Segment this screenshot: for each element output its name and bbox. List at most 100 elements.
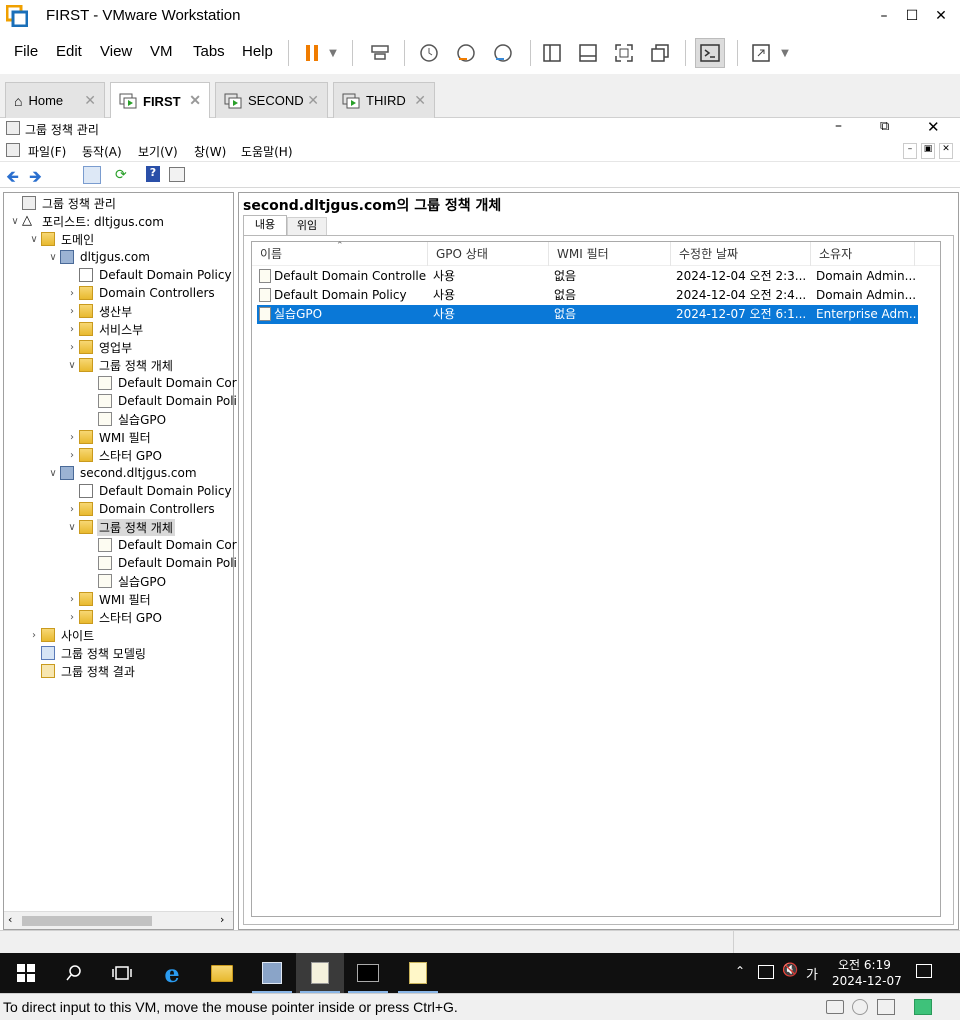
tree-item[interactable]: 그룹 정책 관리 bbox=[8, 194, 118, 212]
show-thumbnail-button[interactable] bbox=[573, 38, 603, 68]
close-tab-icon[interactable]: ✕ bbox=[307, 92, 319, 109]
chevron-down-icon[interactable]: ∨ bbox=[65, 522, 79, 533]
menu-vm[interactable]: VM bbox=[150, 43, 173, 60]
stretch-guest-button[interactable] bbox=[746, 38, 776, 68]
clock-time[interactable]: 오전 6:19 bbox=[838, 956, 891, 973]
tree-item[interactable]: › Domain Controllers bbox=[65, 500, 217, 518]
start-button[interactable] bbox=[2, 953, 50, 993]
tree-item[interactable]: ∨ △ 포리스트: dltjgus.com bbox=[8, 212, 166, 230]
tree-item[interactable]: 실습GPO bbox=[84, 572, 168, 590]
full-screen-button[interactable] bbox=[609, 38, 639, 68]
tree-item[interactable]: 그룹 정책 결과 bbox=[27, 662, 137, 680]
column-header-modified[interactable]: 수정한 날짜 bbox=[671, 242, 811, 266]
snapshot-button[interactable] bbox=[414, 38, 444, 68]
close-tab-icon[interactable]: ✕ bbox=[414, 92, 426, 109]
chevron-down-icon[interactable]: ∨ bbox=[46, 468, 60, 479]
chevron-down-icon[interactable]: ∨ bbox=[65, 360, 79, 371]
cd-dvd-icon[interactable] bbox=[852, 999, 868, 1015]
taskbar-notepad[interactable] bbox=[394, 953, 442, 993]
close-tab-icon[interactable]: ✕ bbox=[84, 92, 96, 109]
tree-item[interactable]: › WMI 필터 bbox=[65, 590, 153, 608]
chevron-right-icon[interactable]: › bbox=[65, 288, 79, 299]
up-folder-icon[interactable] bbox=[60, 167, 76, 182]
tree-item[interactable]: › 영업부 bbox=[65, 338, 134, 356]
clock-date[interactable]: 2024-12-07 bbox=[832, 974, 902, 988]
menu-file-ko[interactable]: 파일(F) bbox=[28, 143, 66, 160]
tab-first[interactable]: FIRST ✕ bbox=[110, 82, 210, 119]
chevron-right-icon[interactable]: › bbox=[65, 450, 79, 461]
back-arrow-icon[interactable]: 🡸 bbox=[6, 166, 19, 193]
menu-action-ko[interactable]: 동작(A) bbox=[82, 143, 122, 160]
action-center-icon[interactable] bbox=[916, 964, 932, 978]
menu-view[interactable]: View bbox=[100, 43, 132, 60]
close-tab-icon[interactable]: ✕ bbox=[189, 92, 201, 109]
scroll-right-icon[interactable]: › bbox=[220, 913, 224, 926]
hard-disk-icon[interactable] bbox=[826, 1000, 844, 1014]
chevron-right-icon[interactable]: › bbox=[65, 432, 79, 443]
search-button[interactable] bbox=[50, 953, 98, 993]
scroll-thumb[interactable] bbox=[22, 916, 152, 926]
menu-edit[interactable]: Edit bbox=[56, 43, 82, 60]
tree-item[interactable]: › WMI 필터 bbox=[65, 428, 153, 446]
taskbar-cmd[interactable] bbox=[344, 953, 392, 993]
network-icon[interactable] bbox=[758, 965, 774, 979]
message-log-icon[interactable] bbox=[914, 999, 932, 1015]
send-ctrl-alt-del-button[interactable] bbox=[365, 38, 395, 68]
task-view-button[interactable] bbox=[98, 953, 146, 993]
taskbar-ie[interactable]: e bbox=[148, 953, 196, 993]
tree-item[interactable]: › 사이트 bbox=[27, 626, 96, 644]
forward-arrow-icon[interactable]: 🡺 bbox=[29, 166, 42, 193]
tab-delegation[interactable]: 위임 bbox=[287, 217, 327, 235]
refresh-icon[interactable]: ⟳ bbox=[115, 167, 127, 183]
tree-item[interactable]: ∨ second.dltjgus.com bbox=[46, 464, 199, 482]
taskbar-gpm[interactable] bbox=[296, 953, 344, 993]
tree-item[interactable]: ∨ 도메인 bbox=[27, 230, 96, 248]
gpo-list-row[interactable]: Default Domain Controlle... 사용 없음 2024-12-0… bbox=[257, 267, 918, 286]
child-close-button[interactable]: ✕ bbox=[939, 143, 953, 159]
unity-button[interactable] bbox=[645, 38, 675, 68]
chevron-down-icon[interactable]: ∨ bbox=[46, 252, 60, 263]
gpo-list-row[interactable]: 실습GPO 사용 없음 2024-12-07 오전 6:1... Enterprise … bbox=[257, 305, 918, 324]
column-header-wmi-filter[interactable]: WMI 필터 bbox=[549, 242, 671, 266]
tree-item[interactable]: Default Domain Policy bbox=[65, 482, 234, 500]
taskbar-explorer[interactable] bbox=[198, 953, 246, 993]
network-adapter-icon[interactable] bbox=[877, 999, 895, 1015]
help-icon[interactable]: ? bbox=[146, 166, 160, 182]
horizontal-scrollbar[interactable]: ‹ › bbox=[4, 911, 233, 929]
tree-item[interactable]: › 스타터 GPO bbox=[65, 608, 164, 626]
chevron-right-icon[interactable]: › bbox=[65, 612, 79, 623]
chevron-right-icon[interactable]: › bbox=[65, 324, 79, 335]
tree-item[interactable]: › 스타터 GPO bbox=[65, 446, 164, 464]
chevron-right-icon[interactable]: › bbox=[65, 306, 79, 317]
gpo-list-row[interactable]: Default Domain Policy 사용 없음 2024-12-04 오전 2… bbox=[257, 286, 918, 305]
tree-item[interactable]: › 생산부 bbox=[65, 302, 134, 320]
close-button[interactable]: ✕ bbox=[929, 5, 953, 27]
chevron-down-icon[interactable]: ∨ bbox=[8, 216, 22, 227]
snapshot-manager-button[interactable] bbox=[488, 38, 518, 68]
stretch-dropdown[interactable]: ▼ bbox=[775, 38, 795, 68]
tree-item[interactable]: 실습GPO bbox=[84, 410, 168, 428]
mmc-restore-button[interactable]: ⧉ bbox=[880, 119, 889, 134]
menu-help-ko[interactable]: 도움말(H) bbox=[241, 143, 293, 160]
tree-item[interactable]: › Domain Controllers bbox=[65, 284, 217, 302]
tree-item[interactable]: ∨ 그룹 정책 개체 bbox=[65, 518, 175, 536]
child-restore-button[interactable]: ▣ bbox=[921, 143, 935, 159]
console-view-button[interactable] bbox=[695, 38, 725, 68]
tab-second[interactable]: SECOND ✕ bbox=[215, 82, 328, 118]
menu-file[interactable]: File bbox=[14, 43, 38, 60]
child-minimize-button[interactable]: – bbox=[903, 143, 917, 159]
power-dropdown[interactable]: ▼ bbox=[323, 38, 343, 68]
tree-item[interactable]: ∨ 그룹 정책 개체 bbox=[65, 356, 175, 374]
tab-home[interactable]: ⌂ Home ✕ bbox=[5, 82, 105, 118]
tab-contents[interactable]: 내용 bbox=[243, 215, 287, 235]
tree-item[interactable]: Default Domain Policy bbox=[65, 266, 234, 284]
tree-item[interactable]: Default Domain Poli bbox=[84, 554, 239, 572]
tree-item[interactable]: ∨ dltjgus.com bbox=[46, 248, 152, 266]
properties-icon[interactable] bbox=[169, 167, 185, 182]
minimize-button[interactable]: – bbox=[872, 5, 896, 27]
tree-item[interactable]: Default Domain Cor bbox=[84, 536, 239, 554]
revert-snapshot-button[interactable] bbox=[451, 38, 481, 68]
maximize-button[interactable]: ☐ bbox=[900, 5, 924, 27]
chevron-right-icon[interactable]: › bbox=[27, 630, 41, 641]
menu-view-ko[interactable]: 보기(V) bbox=[138, 143, 178, 160]
